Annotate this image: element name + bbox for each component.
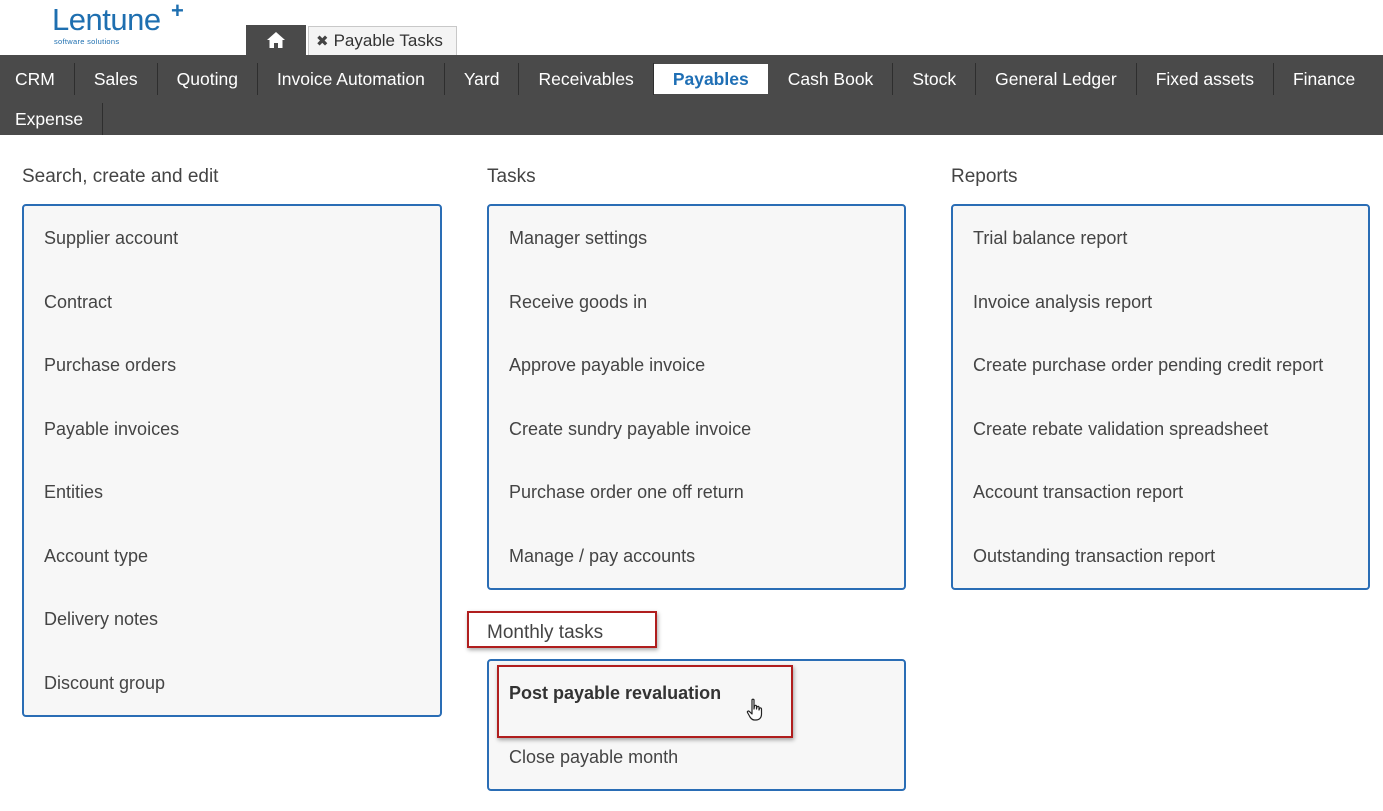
nav-item-yard[interactable]: Yard — [445, 63, 520, 95]
tab-payable-tasks[interactable]: ✖ Payable Tasks — [308, 26, 457, 55]
link-account-type[interactable]: Account type — [44, 546, 148, 567]
link-contract[interactable]: Contract — [44, 292, 112, 313]
nav-item-stock[interactable]: Stock — [893, 63, 977, 95]
section-title-search: Search, create and edit — [22, 166, 219, 187]
tasks-panel: Manager settings Receive goods in Approve … — [487, 204, 906, 590]
link-receive-goods-in[interactable]: Receive goods in — [509, 292, 647, 313]
lentune-logo[interactable]: Lentune + software solutions — [52, 0, 202, 48]
link-manage-pay-accounts[interactable]: Manage / pay accounts — [509, 546, 695, 567]
link-invoice-analysis-report[interactable]: Invoice analysis report — [973, 292, 1152, 313]
link-entities[interactable]: Entities — [44, 482, 103, 503]
nav-item-general-ledger[interactable]: General Ledger — [976, 63, 1137, 95]
link-delivery-notes[interactable]: Delivery notes — [44, 609, 158, 630]
nav-row-1: CRM Sales Quoting Invoice Automation Yard Rec… — [0, 59, 1374, 99]
nav-item-receivables[interactable]: Receivables — [519, 63, 654, 95]
reports-panel: Trial balance report Invoice analysis rep… — [951, 204, 1370, 590]
nav-item-invoice-automation[interactable]: Invoice Automation — [258, 63, 445, 95]
nav-item-crm[interactable]: CRM — [0, 63, 75, 95]
nav-item-payables[interactable]: Payables — [653, 64, 768, 94]
link-create-rebate-validation-spreadsheet[interactable]: Create rebate validation spreadsheet — [973, 419, 1268, 440]
link-purchase-orders[interactable]: Purchase orders — [44, 355, 176, 376]
link-post-payable-revaluation[interactable]: Post payable revaluation — [509, 683, 721, 704]
monthly-tasks-panel: Post payable revaluation Close payable mo… — [487, 659, 906, 791]
logo-plus: + — [171, 0, 184, 23]
logo-tagline: software solutions — [54, 37, 120, 46]
link-create-sundry-payable-invoice[interactable]: Create sundry payable invoice — [509, 419, 751, 440]
nav-item-finance[interactable]: Finance — [1274, 63, 1374, 95]
link-supplier-account[interactable]: Supplier account — [44, 228, 178, 249]
link-manager-settings[interactable]: Manager settings — [509, 228, 647, 249]
section-title-tasks: Tasks — [487, 166, 536, 187]
link-approve-payable-invoice[interactable]: Approve payable invoice — [509, 355, 705, 376]
section-title-reports: Reports — [951, 166, 1018, 187]
link-create-purchase-order-pending-credit-report[interactable]: Create purchase order pending credit rep… — [973, 355, 1323, 376]
home-icon — [267, 32, 285, 48]
link-account-transaction-report[interactable]: Account transaction report — [973, 482, 1183, 503]
tab-label: Payable Tasks — [333, 31, 443, 50]
main-navigation: CRM Sales Quoting Invoice Automation Yard Rec… — [0, 55, 1383, 135]
nav-item-fixed-assets[interactable]: Fixed assets — [1137, 63, 1274, 95]
search-create-edit-panel: Supplier account Contract Purchase orders P… — [22, 204, 442, 717]
nav-row-2: Expense — [0, 99, 104, 139]
link-discount-group[interactable]: Discount group — [44, 673, 165, 694]
nav-item-quoting[interactable]: Quoting — [158, 63, 258, 95]
link-outstanding-transaction-report[interactable]: Outstanding transaction report — [973, 546, 1215, 567]
link-purchase-order-one-off-return[interactable]: Purchase order one off return — [509, 482, 744, 503]
logo-name: Lentune — [52, 2, 161, 37]
link-trial-balance-report[interactable]: Trial balance report — [973, 228, 1127, 249]
link-payable-invoices[interactable]: Payable invoices — [44, 419, 179, 440]
top-bar: Lentune + software solutions ✖ Payable T… — [0, 0, 1383, 55]
section-title-monthly: Monthly tasks — [487, 622, 604, 643]
nav-item-expense[interactable]: Expense — [0, 103, 104, 135]
nav-item-sales[interactable]: Sales — [75, 63, 158, 95]
nav-item-cash-book[interactable]: Cash Book — [769, 63, 894, 95]
link-close-payable-month[interactable]: Close payable month — [509, 747, 678, 768]
close-icon[interactable]: ✖ — [316, 32, 329, 50]
home-tab[interactable] — [246, 25, 306, 55]
hand-pointer-icon — [746, 698, 763, 721]
